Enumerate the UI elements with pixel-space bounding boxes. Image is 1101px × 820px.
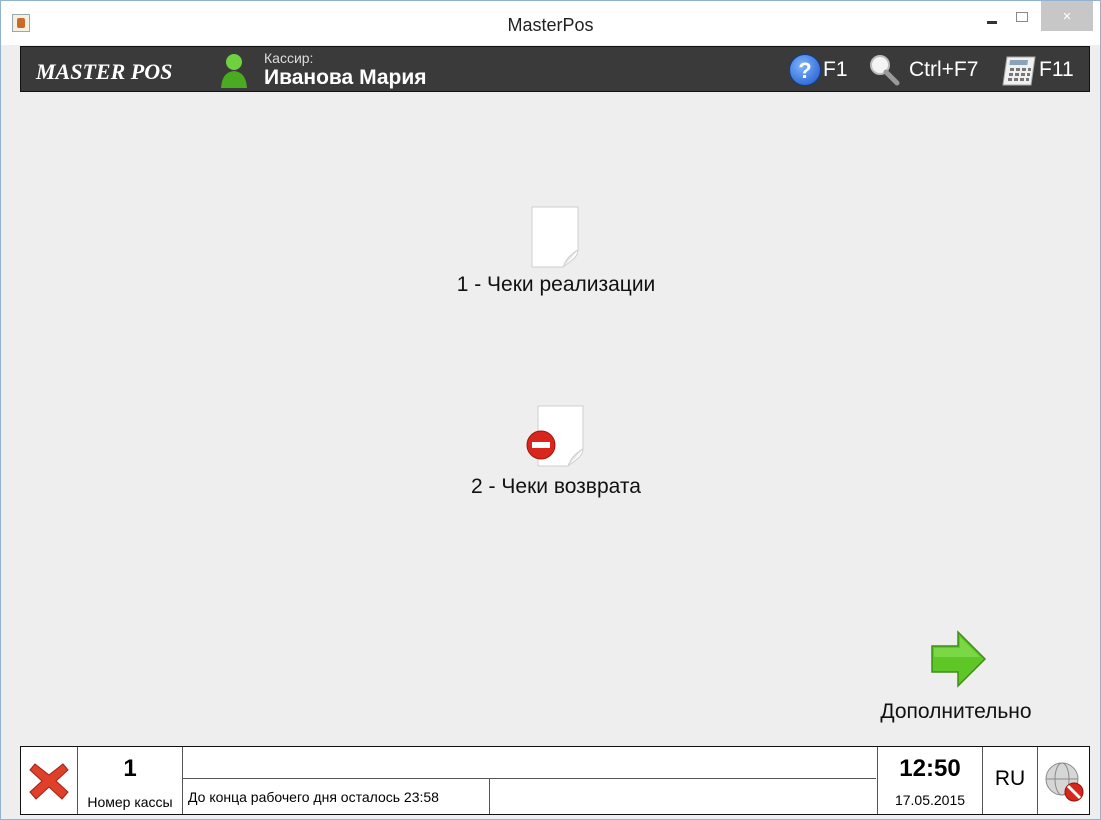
calculator-icon [1002,56,1036,86]
cancel-icon [29,763,69,800]
cashier-name: Иванова Мария [264,66,427,89]
maximize-icon [1016,12,1028,22]
register-number-cell: 1 Номер кассы [78,747,183,814]
user-icon [221,54,247,88]
return-receipts-item[interactable]: 2 - Чеки возврата [421,401,691,511]
network-offline-icon [1045,762,1084,802]
calculator-hotkey[interactable]: F11 [1001,53,1074,87]
app-logo: MASTER POS [36,59,173,84]
clock-cell: 12:50 17.05.2015 [878,747,983,814]
shift-remaining-text: До конца рабочего дня осталось 23:58 [183,779,490,814]
status-bar: 1 Номер кассы До конца рабочего дня оста… [20,746,1090,815]
network-status[interactable] [1038,747,1089,814]
minimize-icon [987,20,997,24]
search-hotkey[interactable]: Ctrl+F7 [867,53,978,87]
register-number: 1 [123,755,137,782]
search-hotkey-label: Ctrl+F7 [909,58,979,81]
help-icon: ? [789,54,821,86]
clock-date: 17.05.2015 [894,792,966,808]
message-field [183,747,876,779]
message-cell: До конца рабочего дня осталось 23:58 [183,747,878,814]
return-receipts-label: 2 - Чеки возврата [471,475,641,498]
sales-receipts-label: 1 - Чеки реализации [456,273,656,296]
calculator-hotkey-label: F11 [1039,58,1074,81]
sales-receipts-item[interactable]: 1 - Чеки реализации [421,201,691,311]
cancel-button[interactable] [21,747,78,814]
language-label: RU [994,767,1026,790]
search-icon [870,55,900,86]
register-caption: Номер кассы [87,794,173,810]
cashier-caption: Кассир: [264,50,314,66]
help-hotkey[interactable]: ? F1 [789,53,848,87]
more-button[interactable]: Дополнительно [861,626,1051,726]
title-bar[interactable]: MasterPos × [1,1,1100,45]
clock-time: 12:50 [899,755,961,782]
close-button[interactable]: × [1041,1,1093,31]
language-indicator[interactable]: RU [983,747,1038,814]
help-hotkey-label: F1 [823,58,848,81]
header-bar: MASTER POS Кассир: Иванова Мария ? F1 Ct… [20,46,1090,92]
app-window: MasterPos × MASTER POS Кассир: Иванова М… [0,0,1101,820]
more-label: Дополнительно [880,700,1032,723]
arrow-right-icon [931,630,987,688]
document-return-icon [526,405,584,467]
window-title: MasterPos [507,15,594,35]
document-icon [531,206,579,268]
maximize-button[interactable] [1005,1,1039,33]
